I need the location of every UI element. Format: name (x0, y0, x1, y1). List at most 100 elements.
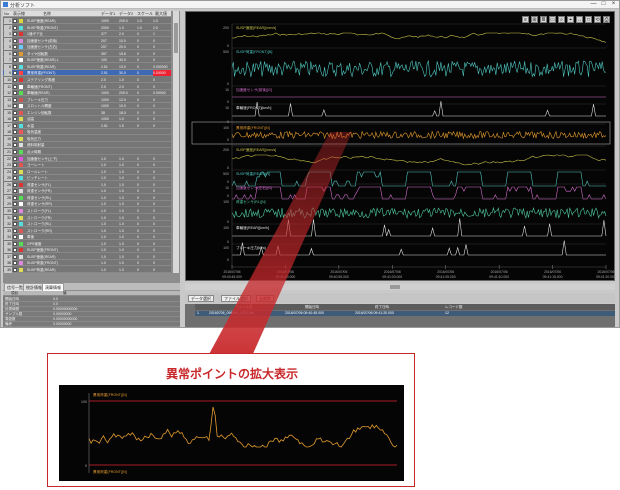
row-color-swatch[interactable] (19, 136, 23, 141)
row-visible-checkbox[interactable] (13, 71, 17, 76)
delete-all-button[interactable]: 全削除 (256, 295, 274, 302)
row-visible-checkbox[interactable] (13, 45, 17, 50)
table-row[interactable]: 16 油温 1000 1.0 0 0 (3, 116, 171, 123)
col-header-max[interactable]: 最大値 (155, 11, 167, 17)
table-row[interactable]: 37 SUSP速度(REAR) 1.0 1.0 0 0 (3, 253, 171, 260)
table-row[interactable]: 9 異常荷重(FRONT) 2.51 30.0 0 0.00000 (3, 70, 171, 77)
row-visible-checkbox[interactable] (13, 202, 17, 207)
table-row[interactable]: 33 ストローク(RR) 1.0 1.0 0 0 (3, 227, 171, 234)
row-color-swatch[interactable] (19, 195, 23, 200)
row-color-swatch[interactable] (19, 228, 23, 233)
row-visible-checkbox[interactable] (13, 163, 17, 168)
row-visible-checkbox[interactable] (13, 222, 17, 227)
row-color-swatch[interactable] (19, 182, 23, 187)
row-visible-checkbox[interactable] (13, 228, 17, 233)
table-row[interactable]: 24 ロールレート 1.0 1.0 0 0 (3, 168, 171, 175)
table-row[interactable]: 10 ステアリング角度 2.0 1.0 0 0 (3, 76, 171, 83)
table-scrollbar[interactable] (173, 11, 179, 273)
table-row[interactable]: 6 タイヤ回転数 357 15.8 0 0 (3, 50, 171, 57)
col-header-no[interactable]: No (4, 11, 9, 17)
row-visible-checkbox[interactable] (13, 176, 17, 181)
table-row[interactable]: 31 ストローク(FR) 1.0 1.0 0 0 (3, 214, 171, 221)
chart-tool-icon[interactable]: ⎙ (603, 16, 610, 23)
table-row[interactable]: 21 点火時期 (3, 149, 171, 155)
table-row[interactable]: 35 GPS速度 1.0 1.0 0 0 (3, 240, 171, 247)
row-color-swatch[interactable] (19, 130, 23, 135)
row-color-swatch[interactable] (19, 38, 23, 43)
row-color-swatch[interactable] (19, 261, 23, 266)
table-row[interactable]: 13 ブレーキ圧力 1000 12.0 0 0 (3, 96, 171, 103)
table-row[interactable]: 39 SUSP荷重(REAR) 1.0 1.0 0 0 (3, 266, 171, 273)
row-color-swatch[interactable] (19, 91, 23, 96)
table-row[interactable]: 23 ヨーレート 1.0 1.0 0 0 (3, 162, 171, 169)
table-row[interactable]: 36 SUSP速度(FRONT) 1.0 1.0 0 0 (3, 247, 171, 254)
row-visible-checkbox[interactable] (13, 254, 17, 259)
row-visible-checkbox[interactable] (13, 77, 17, 82)
row-color-swatch[interactable] (19, 123, 23, 128)
table-row[interactable]: 20 燃料噴射量 (3, 142, 171, 149)
select-file-button[interactable]: ファイル選択 (221, 295, 251, 302)
row-color-swatch[interactable] (19, 117, 23, 122)
table-row[interactable]: 12 車輪速(REAR) 1000 200.0 0 0.00000 (3, 90, 171, 97)
row-color-swatch[interactable] (19, 25, 23, 30)
row-visible-checkbox[interactable] (13, 267, 17, 272)
row-visible-checkbox[interactable] (13, 25, 17, 30)
row-visible-checkbox[interactable] (13, 235, 17, 240)
table-row[interactable]: 5 加速度センサ(左右) 207 20.0 0 0 (3, 44, 171, 51)
row-visible-checkbox[interactable] (13, 182, 17, 187)
row-visible-checkbox[interactable] (13, 150, 17, 154)
row-visible-checkbox[interactable] (13, 117, 17, 122)
row-color-swatch[interactable] (19, 45, 23, 50)
row-visible-checkbox[interactable] (13, 195, 17, 200)
row-color-swatch[interactable] (19, 32, 23, 37)
row-visible-checkbox[interactable] (13, 215, 17, 220)
row-visible-checkbox[interactable] (13, 51, 17, 56)
table-row[interactable]: 14 スロットル開度 1000 10.0 0 0 (3, 103, 171, 110)
minimize-button[interactable]: — (589, 1, 598, 8)
row-color-swatch[interactable] (19, 235, 23, 240)
row-color-swatch[interactable] (19, 104, 23, 109)
chart-tool-icon[interactable]: □ (585, 16, 592, 23)
row-visible-checkbox[interactable] (13, 189, 17, 194)
table-row[interactable]: 3 1速ギア比 377 2.0 0 1 (3, 31, 171, 38)
table-row[interactable]: 1 SUSP速度(REAR) 1000 200.0 1.0 1.0 (3, 18, 171, 24)
table-row[interactable]: 2 SUSP荷重(FRONT) 2000 1.0 1.0 2.0 (3, 24, 171, 31)
close-button[interactable]: × (609, 1, 618, 8)
chart-tool-icon[interactable]: ⟲ (594, 16, 601, 23)
time-scrollbar[interactable] (185, 284, 615, 290)
row-color-swatch[interactable] (19, 254, 23, 259)
row-color-swatch[interactable] (19, 248, 23, 253)
row-color-swatch[interactable] (19, 84, 23, 89)
chart-tool-icon[interactable]: ⌖ (567, 16, 574, 23)
table-row[interactable]: 25 ピッチレート 1.0 1.0 0 0 (3, 175, 171, 182)
col-header-scale[interactable]: スケール (137, 11, 153, 17)
table-row[interactable]: 28 荷重センサ(RL) 1.0 1.0 0 0 (3, 194, 171, 201)
row-visible-checkbox[interactable] (13, 58, 17, 63)
row-visible-checkbox[interactable] (13, 19, 17, 23)
row-color-swatch[interactable] (19, 77, 23, 82)
row-color-swatch[interactable] (19, 64, 23, 69)
maximize-button[interactable]: □ (599, 1, 608, 8)
row-visible-checkbox[interactable] (13, 32, 17, 37)
table-row[interactable]: 15 エンジン回転数 38 18.0 0 0 (3, 109, 171, 116)
col-header-line[interactable]: 線 (21, 11, 25, 17)
time-scrollbar-thumb[interactable] (390, 285, 400, 289)
table-row[interactable]: 34 車速 1.0 1.0 0 0 (3, 234, 171, 241)
row-visible-checkbox[interactable] (13, 248, 17, 253)
row-visible-checkbox[interactable] (13, 208, 17, 213)
chart-tool-icon[interactable]: ≣ (540, 16, 547, 23)
table-row[interactable]: 32 ストローク(RL) 1.0 1.0 0 0 (3, 221, 171, 228)
table-row[interactable]: 38 SUSP荷重(FRONT) 1.0 1.0 0 0 (3, 260, 171, 267)
row-visible-checkbox[interactable] (13, 136, 17, 141)
row-visible-checkbox[interactable] (13, 156, 17, 161)
table-row[interactable]: 29 荷重センサ(RR) 1.0 1.0 0 0 (3, 201, 171, 208)
row-color-swatch[interactable] (19, 71, 23, 76)
row-visible-checkbox[interactable] (13, 64, 17, 69)
chart-tool-icon[interactable]: ⊞ (531, 16, 538, 23)
table-row[interactable]: 7 SUSP速度(REAR)-L 100 30.0 0 0 (3, 57, 171, 64)
table-row[interactable]: 19 吸気圧力 (3, 135, 171, 142)
row-color-swatch[interactable] (19, 19, 23, 23)
row-visible-checkbox[interactable] (13, 130, 17, 135)
col-header-data1[interactable]: データ1 (101, 11, 115, 17)
col-header-show[interactable]: 表示 (13, 11, 21, 17)
